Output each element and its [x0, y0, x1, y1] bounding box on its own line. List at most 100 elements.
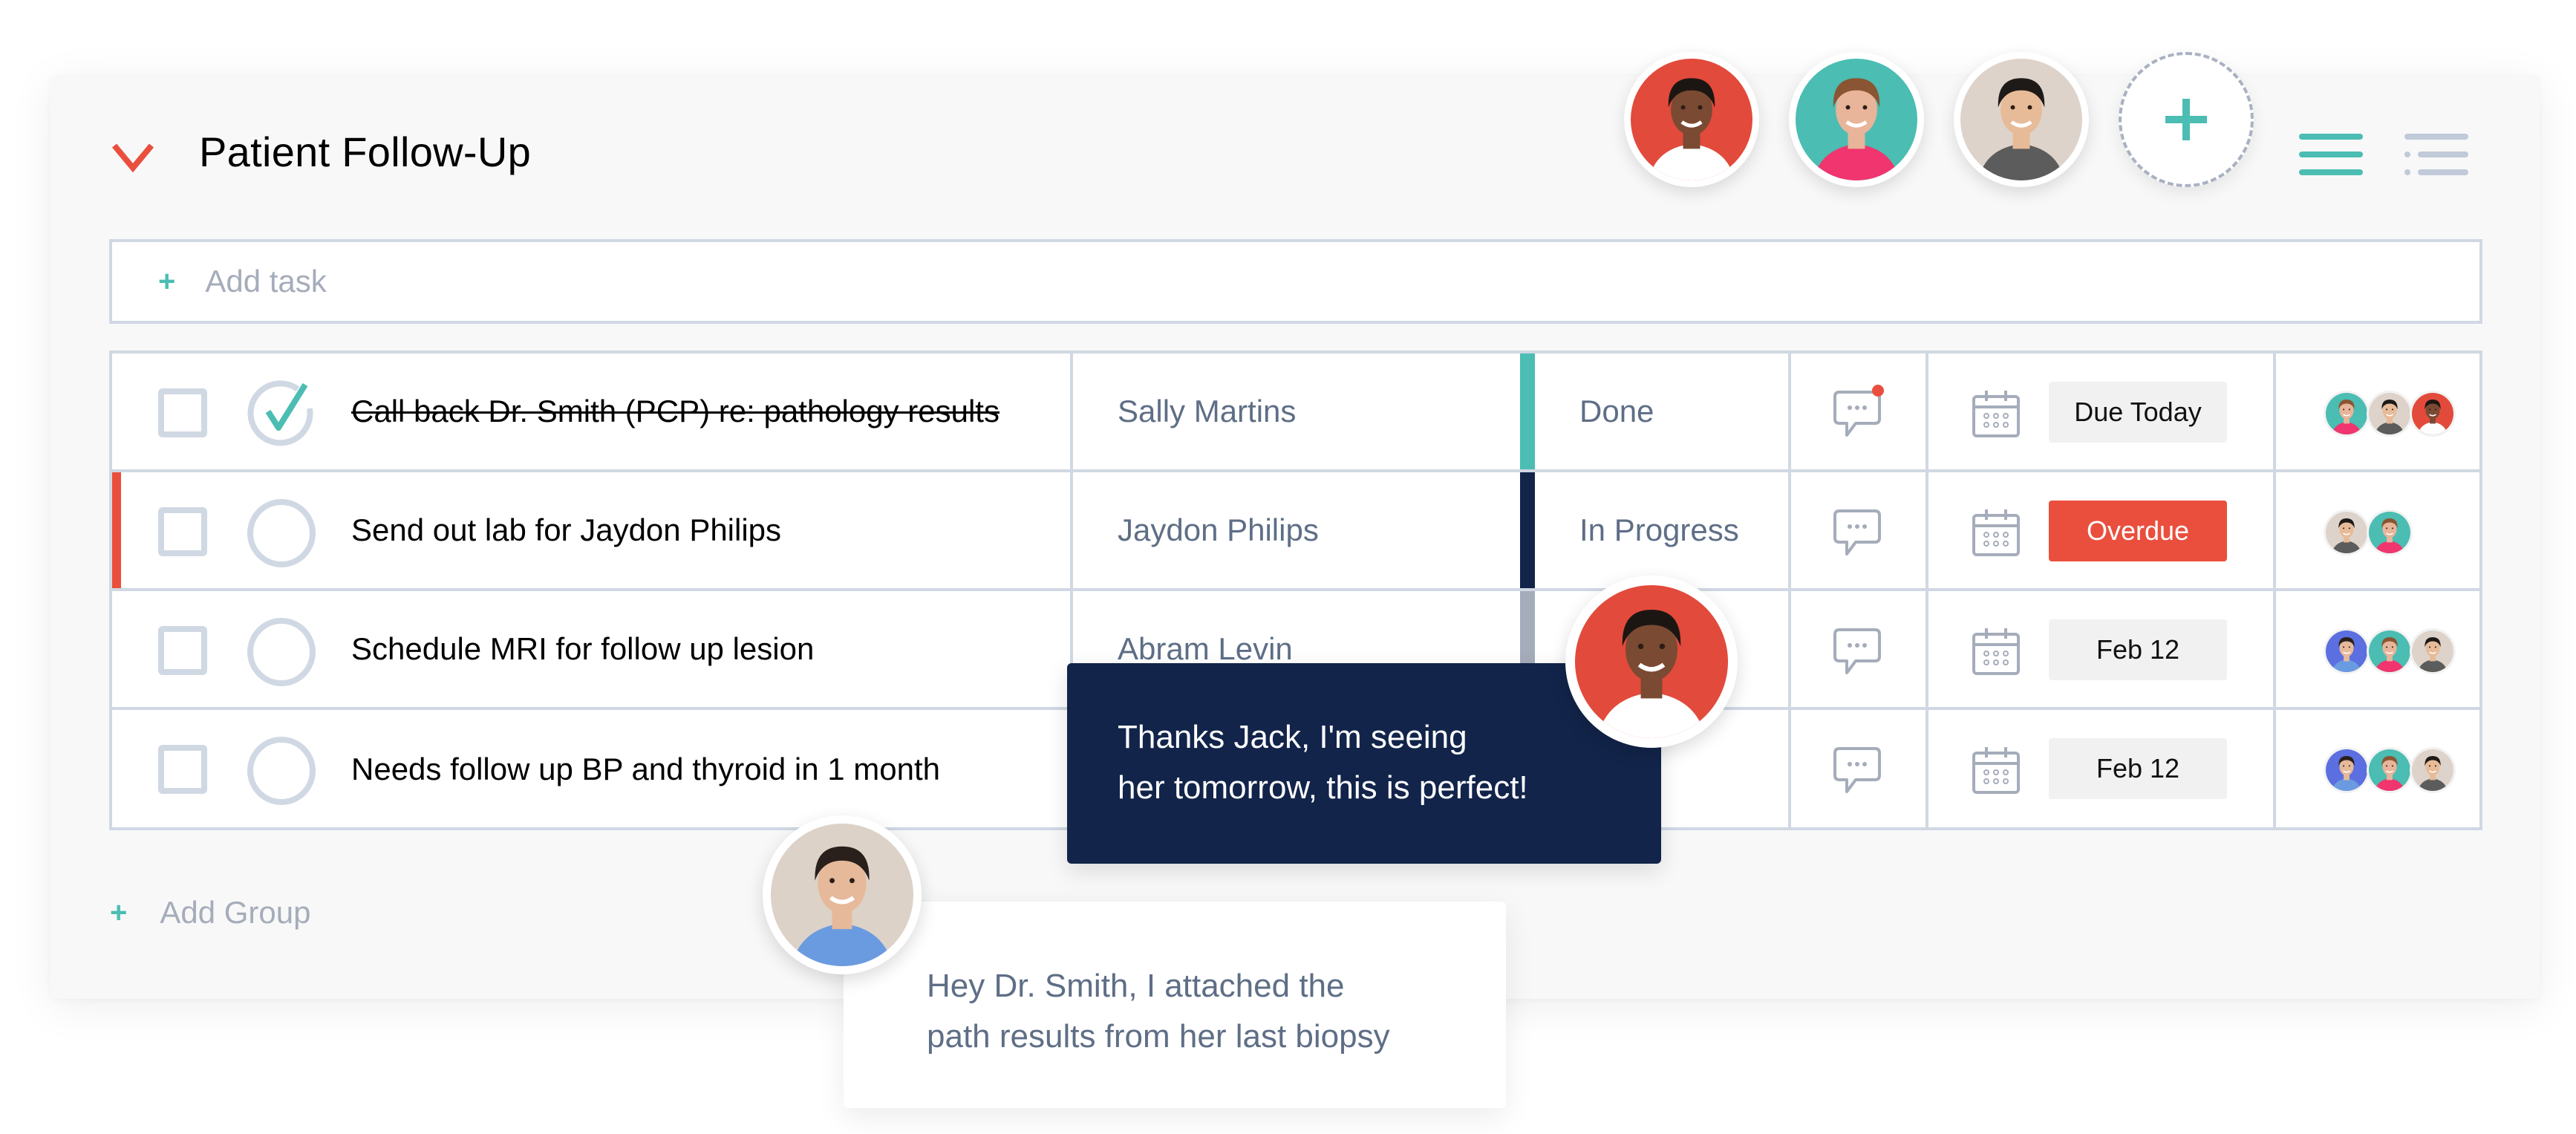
team-member-avatar[interactable] — [1624, 52, 1759, 187]
collaborator-avatar[interactable] — [2367, 628, 2413, 674]
complete-toggle-circle[interactable] — [246, 735, 317, 806]
priority-flag — [112, 472, 121, 588]
bulleted-list-view-toggle[interactable] — [2401, 132, 2468, 178]
select-checkbox[interactable] — [158, 507, 207, 556]
add-group-button[interactable]: + Add Group — [110, 895, 311, 931]
unread-dot — [1872, 385, 1884, 397]
add-member-button[interactable] — [2119, 52, 2254, 187]
column-divider — [1926, 472, 1928, 588]
due-date-badge[interactable]: Feb 12 — [2049, 738, 2227, 799]
collaborator-avatars — [2324, 391, 2456, 437]
column-divider — [1926, 353, 1928, 469]
status-color-bar — [1520, 472, 1535, 588]
team-member-avatar[interactable] — [1789, 52, 1924, 187]
completed-check-icon[interactable] — [246, 379, 317, 450]
column-divider — [1788, 710, 1791, 829]
calendar-icon[interactable] — [1972, 627, 2021, 676]
message-line: path results from her last biopsy — [927, 1018, 1390, 1055]
column-divider — [2273, 353, 2276, 469]
compact-list-view-toggle[interactable] — [2296, 132, 2363, 178]
calendar-icon[interactable] — [1972, 389, 2021, 438]
column-divider — [2273, 591, 2276, 707]
task-assignee[interactable]: Jaydon Philips — [1118, 472, 1319, 588]
avatar-portrait — [2326, 630, 2367, 672]
collaborator-avatar[interactable] — [2324, 509, 2370, 555]
avatar-portrait — [2412, 393, 2453, 434]
column-divider — [1070, 472, 1073, 588]
complete-toggle-circle[interactable] — [246, 498, 317, 569]
task-title[interactable]: Schedule MRI for follow up lesion — [351, 591, 814, 707]
collaborator-avatars — [2324, 509, 2413, 555]
column-divider — [2273, 472, 2276, 588]
add-group-label: Add Group — [160, 895, 311, 930]
task-status[interactable]: In Progress — [1579, 472, 1739, 588]
avatar-portrait — [1631, 59, 1752, 180]
calendar-icon[interactable] — [1972, 508, 2021, 557]
team-member-avatar[interactable] — [1954, 52, 2089, 187]
comment-icon[interactable] — [1833, 621, 1885, 680]
avatar-portrait — [2369, 630, 2410, 672]
column-divider — [2273, 710, 2276, 829]
collaborator-avatar[interactable] — [2410, 747, 2456, 793]
avatar-portrait — [2369, 512, 2410, 553]
task-row[interactable]: Call back Dr. Smith (PCP) re: pathology … — [112, 353, 2479, 472]
avatar-portrait — [771, 824, 913, 966]
select-checkbox[interactable] — [158, 388, 207, 437]
column-divider — [1070, 353, 1073, 469]
due-date-badge[interactable]: Overdue — [2049, 501, 2227, 561]
due-date-badge[interactable]: Due Today — [2049, 382, 2227, 443]
collaborator-avatar[interactable] — [2324, 391, 2370, 437]
avatar-portrait — [1575, 585, 1728, 738]
column-divider — [1788, 353, 1791, 469]
message-line: her tomorrow, this is perfect! — [1118, 769, 1528, 806]
column-divider — [1926, 591, 1928, 707]
column-divider — [1788, 591, 1791, 707]
add-task-input[interactable]: + Add task — [109, 239, 2482, 324]
status-color-bar — [1520, 353, 1535, 469]
task-assignee[interactable]: Sally Martins — [1118, 353, 1296, 469]
select-checkbox[interactable] — [158, 745, 207, 794]
add-task-label: Add task — [205, 264, 327, 299]
avatar-portrait — [2326, 749, 2367, 791]
avatar-portrait — [2326, 512, 2367, 553]
message-author-avatar — [763, 815, 922, 974]
collaborator-avatar[interactable] — [2324, 747, 2370, 793]
complete-toggle-circle[interactable] — [246, 616, 317, 688]
task-status[interactable]: Done — [1579, 353, 1654, 469]
collaborator-avatar[interactable] — [2367, 509, 2413, 555]
task-row[interactable]: Send out lab for Jaydon Philips Jaydon Ph… — [112, 472, 2479, 591]
chevron-down-icon[interactable] — [111, 143, 154, 172]
task-title[interactable]: Needs follow up BP and thyroid in 1 mont… — [351, 710, 940, 829]
avatar-portrait — [2369, 749, 2410, 791]
avatar-portrait — [2412, 749, 2453, 791]
collaborator-avatar[interactable] — [2324, 628, 2370, 674]
message-line: Thanks Jack, I'm seeing — [1118, 719, 1467, 755]
comment-icon[interactable] — [1833, 383, 1885, 443]
collaborator-avatar[interactable] — [2410, 391, 2456, 437]
task-title[interactable]: Send out lab for Jaydon Philips — [351, 472, 781, 588]
collaborator-avatar[interactable] — [2367, 391, 2413, 437]
column-divider — [1926, 710, 1928, 829]
collaborator-avatars — [2324, 747, 2456, 793]
avatar-portrait — [2369, 393, 2410, 434]
collaborator-avatars — [2324, 628, 2456, 674]
collaborator-avatar[interactable] — [2367, 747, 2413, 793]
plus-icon — [2165, 99, 2207, 140]
comment-icon[interactable] — [1833, 740, 1885, 799]
plus-icon: + — [110, 896, 128, 929]
task-title[interactable]: Call back Dr. Smith (PCP) re: pathology … — [351, 353, 1000, 469]
message-line: Hey Dr. Smith, I attached the — [927, 968, 1345, 1004]
message-author-avatar — [1565, 576, 1738, 748]
calendar-icon[interactable] — [1972, 746, 2021, 795]
avatar-portrait — [1960, 59, 2082, 180]
message-bubble-original: Hey Dr. Smith, I attached the path resul… — [844, 902, 1506, 1108]
avatar-portrait — [2326, 393, 2367, 434]
column-divider — [1788, 472, 1791, 588]
group-title[interactable]: Patient Follow-Up — [199, 128, 531, 176]
collaborator-avatar[interactable] — [2410, 628, 2456, 674]
avatar-portrait — [2412, 630, 2453, 672]
plus-icon: + — [158, 265, 176, 298]
comment-icon[interactable] — [1833, 502, 1885, 561]
due-date-badge[interactable]: Feb 12 — [2049, 619, 2227, 680]
select-checkbox[interactable] — [158, 626, 207, 675]
